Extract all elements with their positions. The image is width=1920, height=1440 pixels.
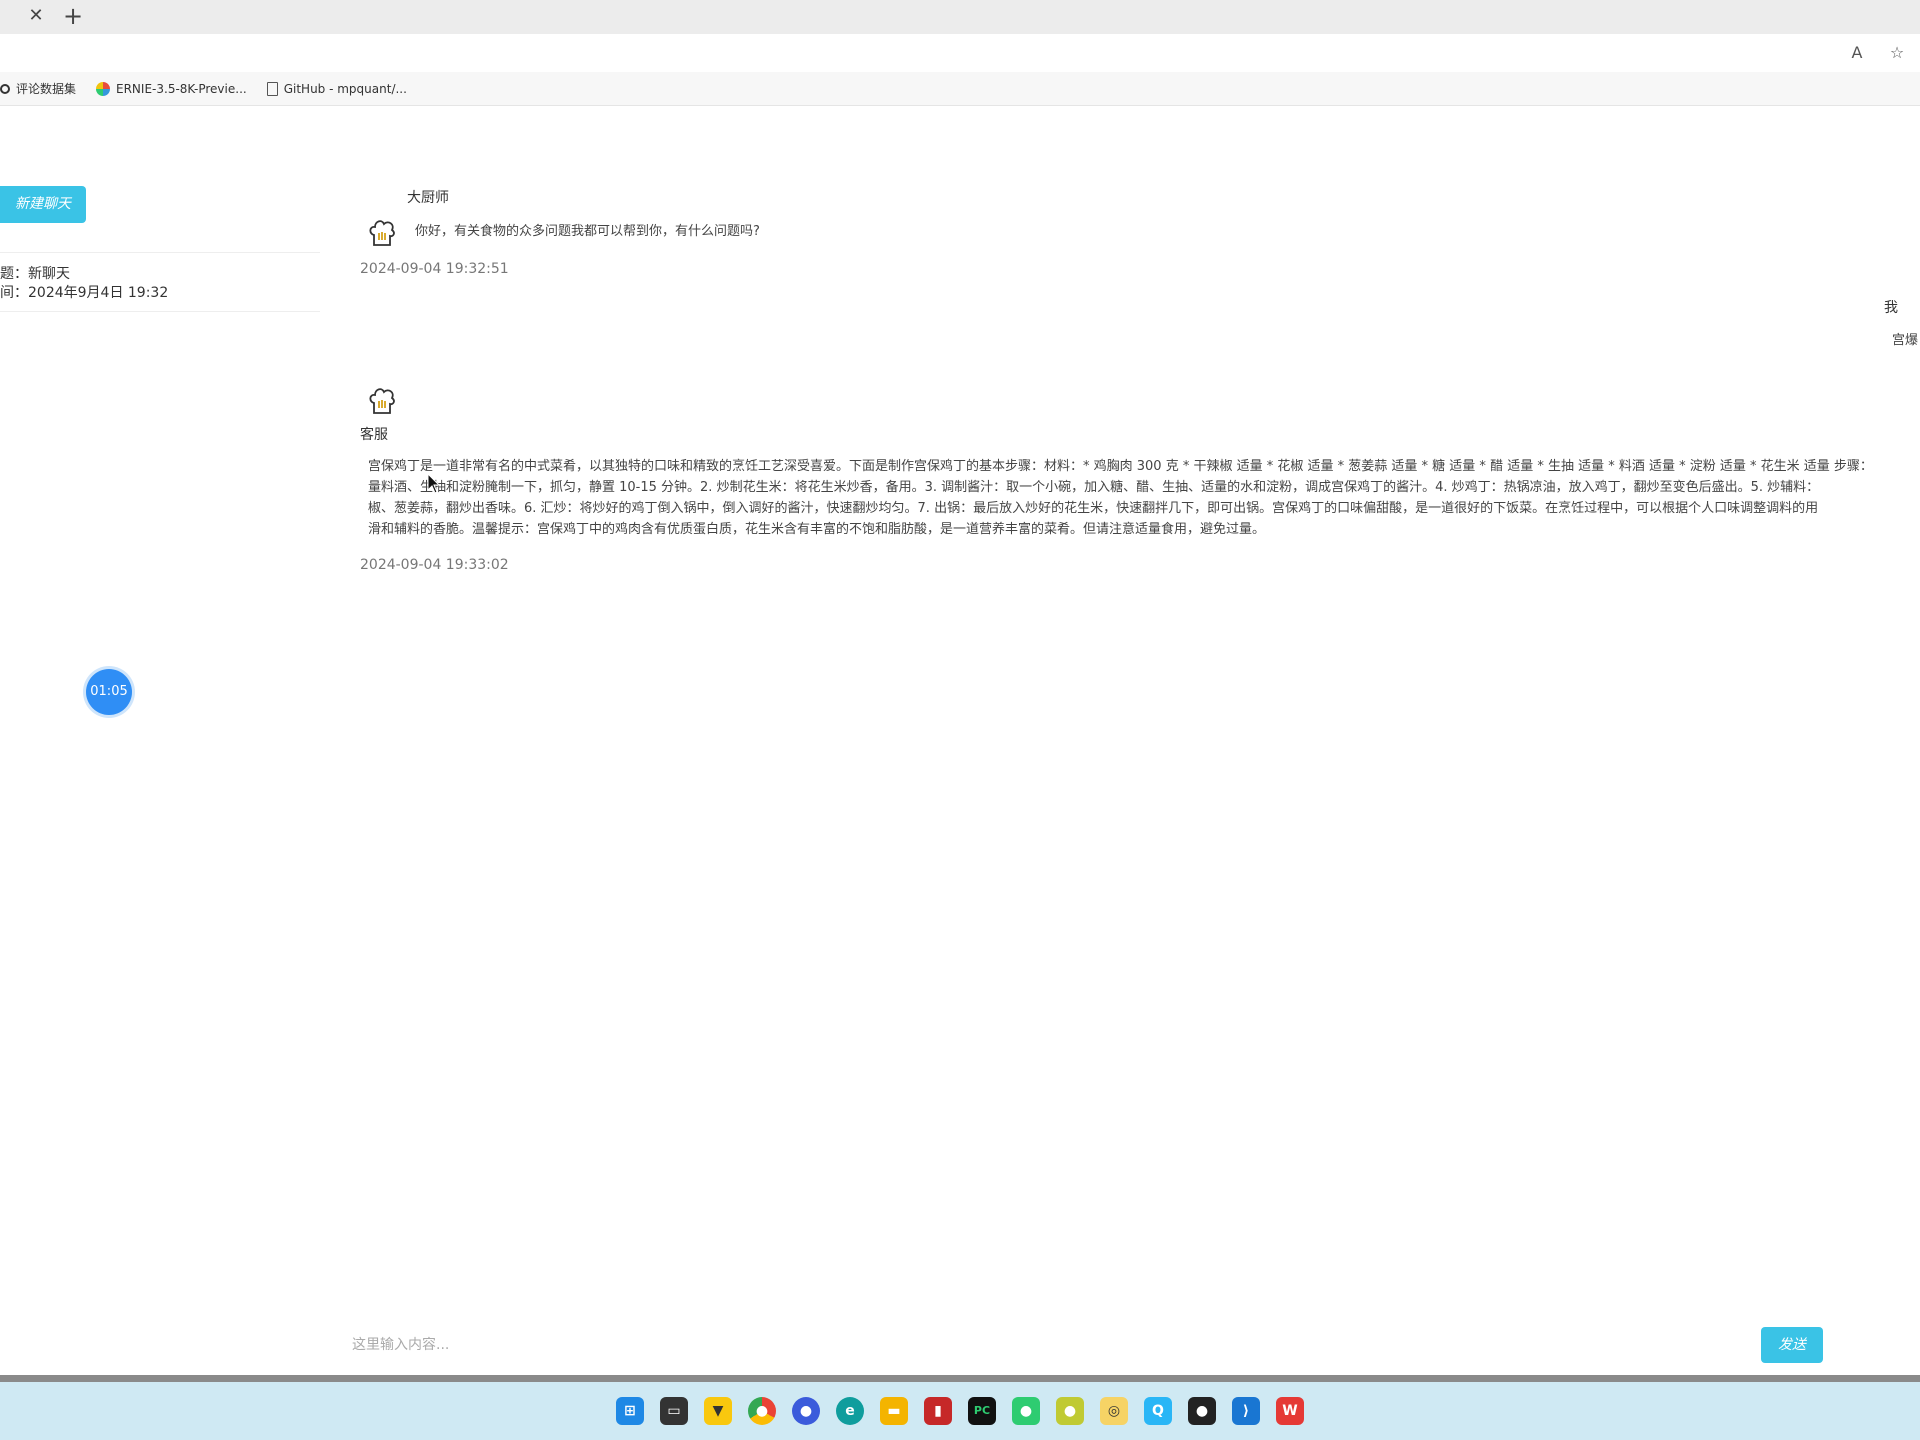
bookmark-label: 评论数据集 [16,82,77,96]
favorite-star-icon[interactable]: ☆ [1886,42,1908,64]
conversation-list-item[interactable]: 题：新聊天 间：2024年9月4日 19:32 [0,252,320,312]
bot-name: 大厨师 [407,190,449,206]
bookmark-label: ERNIE-3.5-8K-Previe... [116,81,247,96]
document-icon [266,81,278,96]
mouse-cursor-icon [427,473,441,494]
reply-name: 客服 [360,427,388,443]
reply-timestamp: 2024-09-04 19:33:02 [360,557,509,573]
wechat-icon[interactable]: ● [1012,1397,1040,1425]
bookmark-github[interactable]: GitHub - mpquant/... [266,81,407,96]
cat-icon[interactable]: ◎ [1100,1397,1128,1425]
qq-icon[interactable]: ● [1188,1397,1216,1425]
close-icon[interactable]: ✕ [26,6,46,26]
conversation-title: 题：新聊天 [0,266,70,282]
bookmark-comment-dataset[interactable]: 评论数据集 [0,80,76,97]
chrome-icon[interactable]: ● [748,1397,776,1425]
new-chat-button[interactable]: 新建聊天 [0,186,86,223]
ernie-icon [96,81,111,96]
edge-icon[interactable]: e [836,1397,864,1425]
chef-hat-icon [369,220,395,246]
timer-badge[interactable]: 01:05 [86,669,132,715]
message-input[interactable] [352,1328,1742,1362]
user-name: 我 [1884,300,1898,316]
bot-greeting-message: 你好，有关食物的众多问题我都可以帮到你，有什么问题吗? [415,224,760,239]
new-tab-icon[interactable]: + [62,4,84,28]
reply-line: 宫保鸡丁是一道非常有名的中式菜肴，以其独特的口味和精致的烹饪工艺深受喜爱。下面是… [368,459,1873,474]
address-bar [0,34,1920,72]
read-aloud-icon[interactable]: A [1846,42,1868,64]
reply-line: 椒、葱姜蒜，翻炒出香味。6. 汇炒：将炒好的鸡丁倒入锅中，倒入调好的酱汁，快速翻… [368,501,1819,516]
bookmarks-bar: 评论数据集 ERNIE-3.5-8K-Previe... GitHub - mp… [0,72,1920,106]
reply-line: 滑和辅料的香脆。温馨提示：宫保鸡丁中的鸡肉含有优质蛋白质，花生米含有丰富的不饱和… [368,522,1266,537]
taskbar: ⊞ ▭ ▼ ● ● e ▬ ▮ PC ● ● ◎ Q ● ⟩ W [0,1382,1920,1440]
windows-start-icon[interactable]: ⊞ [616,1397,644,1425]
pycharm-icon[interactable]: PC [968,1397,996,1425]
wps-icon[interactable]: W [1276,1397,1304,1425]
bookmark-label: GitHub - mpquant/... [283,81,407,96]
tab-strip: ✕ + [0,0,1920,34]
vpn-icon[interactable]: ▼ [704,1397,732,1425]
conversation-time: 间：2024年9月4日 19:32 [0,285,169,301]
search-app-icon[interactable]: Q [1144,1397,1172,1425]
greeting-timestamp: 2024-09-04 19:32:51 [360,261,509,277]
browser-icon[interactable]: ● [792,1397,820,1425]
user-message: 宫爆 [1892,333,1919,348]
task-view-icon[interactable]: ▭ [660,1397,688,1425]
file-explorer-icon[interactable]: ▬ [880,1397,908,1425]
lemon-icon[interactable]: ● [1056,1397,1084,1425]
reply-message: 宫保鸡丁是一道非常有名的中式菜肴，以其独特的口味和精致的烹饪工艺深受喜爱。下面是… [368,456,1920,540]
send-button[interactable]: 发送 [1761,1327,1823,1363]
circle-icon [0,83,10,94]
vscode-icon[interactable]: ⟩ [1232,1397,1260,1425]
taskbar-separator [0,1375,1920,1382]
chef-hat-icon [369,388,395,414]
bookmark-ernie[interactable]: ERNIE-3.5-8K-Previe... [96,81,247,96]
reply-line: 量料酒、生抽和淀粉腌制一下，抓匀，静置 10-15 分钟。2. 炒制花生米：将花… [368,480,1820,495]
app-icon[interactable]: ▮ [924,1397,952,1425]
